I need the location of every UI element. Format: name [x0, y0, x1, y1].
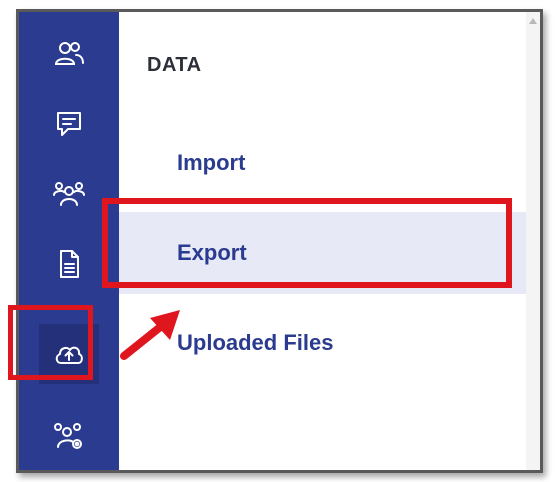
data-panel: DATA Import Export Uploaded Files	[119, 12, 540, 470]
app-frame: DATA Import Export Uploaded Files	[16, 9, 543, 473]
menu-item-label: Export	[177, 240, 247, 265]
sidebar-item-data[interactable]	[39, 324, 99, 384]
message-icon	[57, 112, 81, 136]
sidebar-item-team-settings[interactable]	[39, 406, 99, 466]
section-title: DATA	[147, 54, 202, 76]
sidebar-item-messages[interactable]	[39, 94, 99, 154]
cloud-upload-icon	[55, 346, 83, 364]
menu-item-label: Uploaded Files	[177, 330, 334, 355]
menu-item-export[interactable]: Export	[119, 212, 526, 294]
document-icon	[60, 250, 79, 278]
menu-item-label: Import	[177, 150, 246, 175]
scrollbar[interactable]	[526, 12, 540, 470]
sidebar-item-documents[interactable]	[39, 234, 99, 294]
team-settings-icon	[54, 423, 82, 449]
sidebar-item-team[interactable]	[39, 164, 99, 224]
menu-item-import[interactable]: Import	[119, 122, 526, 204]
users-icon	[54, 42, 84, 65]
menu-item-uploaded-files[interactable]: Uploaded Files	[119, 302, 526, 384]
team-icon	[53, 182, 85, 206]
sidebar-item-users[interactable]	[39, 24, 99, 84]
scroll-up-arrow-icon[interactable]	[529, 18, 537, 24]
sidebar	[19, 12, 119, 470]
